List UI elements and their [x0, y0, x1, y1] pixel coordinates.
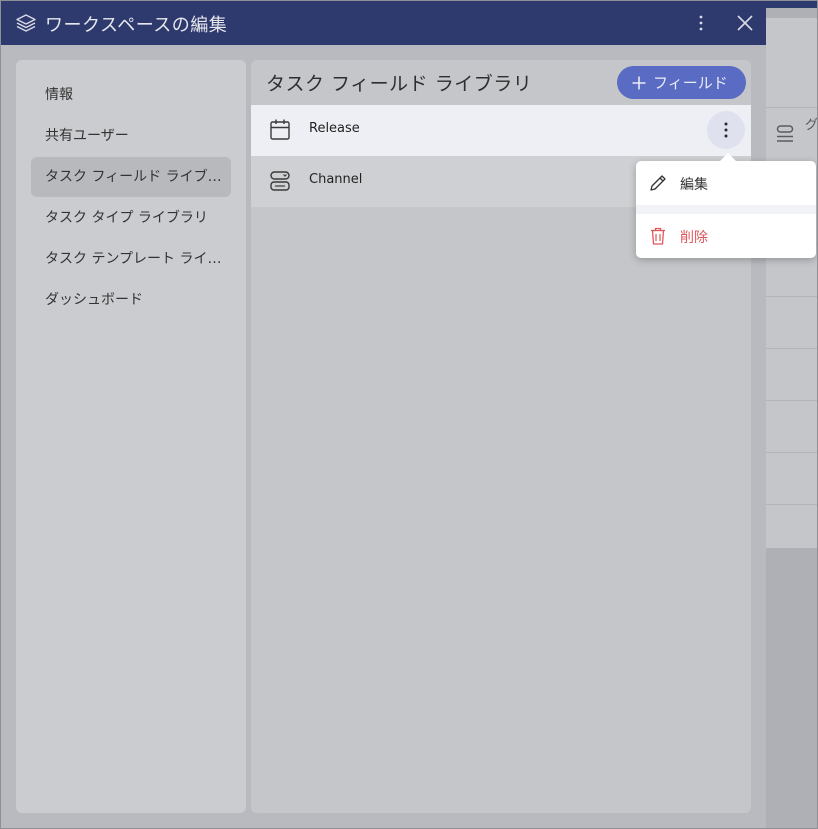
background-row-divider [765, 452, 818, 453]
background-header-strip [765, 0, 818, 8]
trash-icon [651, 227, 665, 245]
calendar-icon [270, 119, 290, 140]
dialog-titlebar: ワークスペースの編集 [1, 1, 766, 45]
sidebar-item-info[interactable]: 情報 [31, 75, 231, 115]
menu-item-edit-label: 編集 [680, 177, 708, 193]
pencil-icon [650, 175, 666, 191]
sidebar-item-task-type-library[interactable]: タスク タイプ ライブラリ [31, 198, 231, 238]
field-row-release[interactable]: Release [251, 105, 751, 156]
field-label: Release [309, 121, 360, 136]
background-row-divider [765, 296, 818, 297]
list-icon [776, 125, 794, 142]
sidebar-item-task-field-library[interactable]: タスク フィールド ライブラリ [31, 157, 231, 197]
menu-item-delete-label: 削除 [680, 230, 708, 246]
background-row-divider [765, 400, 818, 401]
menu-item-edit[interactable]: 編集 [636, 161, 816, 205]
add-field-label: フィールド [653, 74, 728, 92]
more-vertical-icon [724, 122, 728, 138]
plus-icon [632, 76, 646, 89]
background-panel [765, 18, 818, 548]
sidebar-item-shared-users[interactable]: 共有ユーザー [31, 116, 231, 156]
settings-sidebar: 情報 共有ユーザー タスク フィールド ライブラリ タスク タイプ ライブラリ … [16, 60, 246, 813]
dialog-title: ワークスペースの編集 [45, 15, 228, 36]
background-partial-text: グ セ [805, 118, 818, 133]
field-label: Channel [309, 172, 363, 187]
menu-caret [720, 153, 736, 161]
background-row-divider [765, 348, 818, 349]
menu-separator [636, 205, 816, 214]
field-menu-button[interactable] [707, 111, 745, 149]
field-context-menu: 編集 削除 [636, 153, 816, 258]
background-row-divider [765, 504, 818, 505]
menu-item-delete[interactable]: 削除 [636, 214, 816, 258]
dropdown-field-icon [270, 171, 290, 191]
background-row-divider [765, 107, 818, 108]
sidebar-item-task-template-library[interactable]: タスク テンプレート ライブラリ [31, 239, 231, 279]
edit-workspace-dialog: ワークスペースの編集 情報 共有ユーザー タスク フィールド ライブラリ タスク… [1, 1, 766, 828]
page-title: タスク フィールド ライブラリ [266, 73, 533, 95]
close-icon[interactable] [734, 12, 756, 34]
sidebar-item-dashboard[interactable]: ダッシュボード [31, 280, 231, 320]
layers-icon [16, 14, 36, 32]
more-vertical-icon[interactable] [690, 12, 712, 34]
add-field-button[interactable]: フィールド [617, 66, 746, 99]
